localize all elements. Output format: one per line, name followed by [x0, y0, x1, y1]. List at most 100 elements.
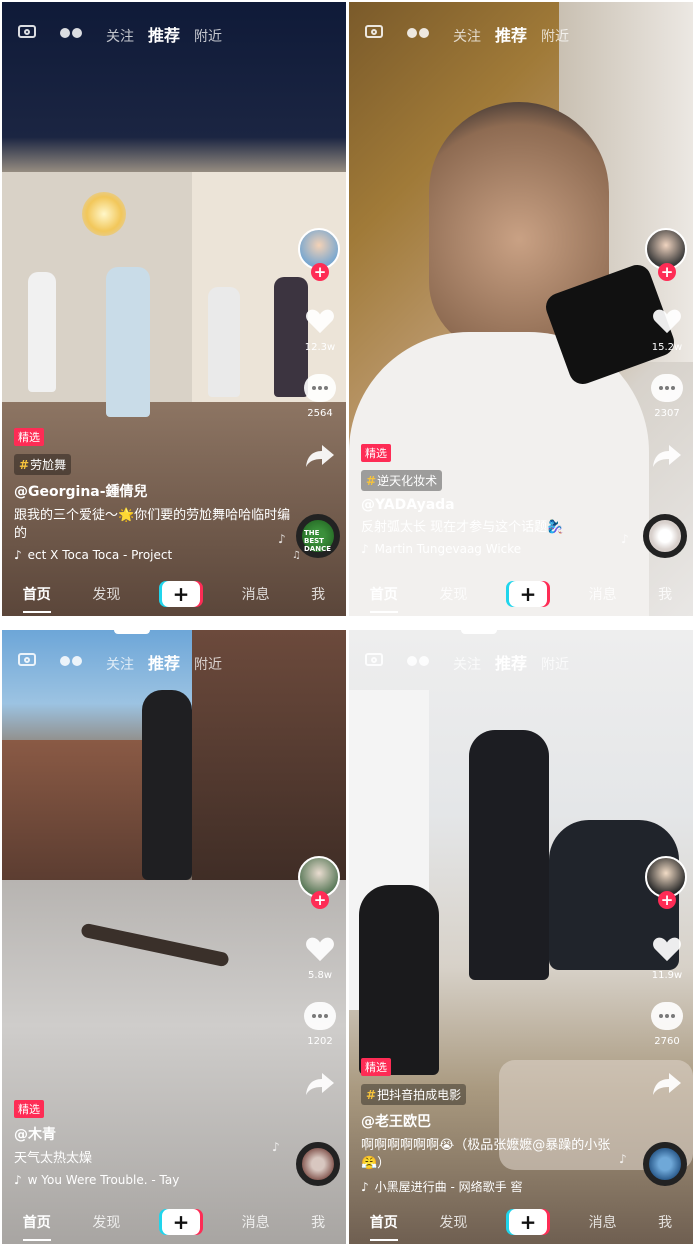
- video-caption: 精选 #劳尬舞 @Georgina-鍾倩兒 跟我的三个爱徒～🌟你们要的劳尬舞哈哈…: [14, 426, 296, 562]
- camera-icon[interactable]: [365, 25, 383, 38]
- live-dots-icon[interactable]: [407, 28, 431, 38]
- comment-count: 2564: [307, 408, 333, 419]
- live-dots-icon[interactable]: [60, 28, 84, 38]
- like-heart-icon[interactable]: [305, 936, 335, 962]
- music-disc[interactable]: [296, 1142, 340, 1186]
- nav-messages[interactable]: 消息: [242, 584, 270, 604]
- description: 天气太热太燥: [14, 1151, 93, 1166]
- wall-lamp: [82, 192, 126, 236]
- music-ticker[interactable]: ♪ w You Were Trouble. - Tay: [14, 1173, 198, 1187]
- nav-me[interactable]: 我: [311, 1212, 325, 1232]
- username[interactable]: @木青: [14, 1124, 296, 1144]
- nav-home[interactable]: 首页: [369, 1212, 398, 1241]
- music-disc[interactable]: [643, 1142, 687, 1186]
- like-heart-icon[interactable]: [305, 308, 335, 334]
- nav-me[interactable]: 我: [311, 584, 325, 604]
- live-dots-icon[interactable]: [60, 656, 84, 666]
- camera-icon[interactable]: [365, 653, 383, 666]
- nav-messages[interactable]: 消息: [589, 1212, 617, 1232]
- bottom-nav: 首页 发现 + 消息 我: [349, 572, 693, 616]
- tab-nearby[interactable]: 附近: [541, 654, 569, 674]
- tiktok-note-icon: ♪: [14, 548, 22, 562]
- nav-home[interactable]: 首页: [22, 584, 51, 613]
- music-ticker[interactable]: ♪ Martin Tungevaag Wicke: [361, 542, 545, 556]
- share-arrow-icon[interactable]: [652, 444, 682, 468]
- nav-discover[interactable]: 发现: [439, 584, 467, 604]
- tab-recommended[interactable]: 推荐: [495, 650, 527, 674]
- music-ticker[interactable]: ♪ 小黑屋进行曲 - 网络歌手 窖: [361, 1178, 545, 1195]
- music-title: ect X Toca Toca - Project: [27, 548, 173, 562]
- like-count: 11.9w: [651, 970, 683, 981]
- nav-me[interactable]: 我: [658, 1212, 672, 1232]
- description: 跟我的三个爱徒～🌟你们要的劳尬舞哈哈临时编的: [14, 508, 291, 541]
- nav-me[interactable]: 我: [658, 584, 672, 604]
- tab-nearby[interactable]: 附近: [194, 26, 222, 46]
- description: 啊啊啊啊啊啊😭（极品张嬷嬷@暴躁的小张😤）: [361, 1138, 611, 1171]
- like-heart-icon[interactable]: [652, 936, 682, 962]
- create-plus-button[interactable]: +: [508, 581, 547, 607]
- music-ticker[interactable]: ♪ ect X Toca Toca - Project: [14, 548, 198, 562]
- nav-messages[interactable]: 消息: [589, 584, 617, 604]
- comment-bubble-icon[interactable]: [304, 1002, 336, 1030]
- featured-badge: 精选: [361, 1058, 391, 1076]
- comment-count: 2760: [654, 1036, 680, 1047]
- hashtag-icon: #: [366, 474, 377, 488]
- topic-tag[interactable]: #把抖音拍成电影: [361, 1084, 467, 1105]
- create-plus-button[interactable]: +: [508, 1209, 547, 1235]
- follow-plus-icon[interactable]: +: [658, 891, 676, 909]
- follow-plus-icon[interactable]: +: [311, 263, 329, 281]
- video-feed-card-4[interactable]: 关注 推荐 附近 + 11.9w 2760 ♪ 精选 #把抖音拍成电影 @老王欧…: [349, 630, 693, 1244]
- tab-following[interactable]: 关注: [106, 654, 134, 674]
- follow-plus-icon[interactable]: +: [658, 263, 676, 281]
- video-feed-card-2[interactable]: 关注 推荐 附近 + 15.2w 2307 ♪ 精选 #逆天化妆术 @YADAy…: [349, 2, 693, 616]
- tab-following[interactable]: 关注: [106, 26, 134, 46]
- share-arrow-icon[interactable]: [305, 1072, 335, 1096]
- featured-badge: 精选: [361, 444, 391, 462]
- tab-following[interactable]: 关注: [453, 26, 481, 46]
- tab-recommended[interactable]: 推荐: [148, 650, 180, 674]
- username[interactable]: @老王欧巴: [361, 1111, 643, 1131]
- plaza-ground: [2, 880, 346, 1244]
- nav-messages[interactable]: 消息: [242, 1212, 270, 1232]
- follow-plus-icon[interactable]: +: [311, 891, 329, 909]
- create-plus-button[interactable]: +: [161, 1209, 200, 1235]
- standing-man: [469, 730, 549, 980]
- username[interactable]: @Georgina-鍾倩兒: [14, 481, 296, 501]
- username[interactable]: @YADAyada: [361, 497, 643, 513]
- featured-badge: 精选: [14, 428, 44, 446]
- like-heart-icon[interactable]: [652, 308, 682, 334]
- topic-tag[interactable]: #逆天化妆术: [361, 470, 443, 491]
- music-disc[interactable]: [643, 514, 687, 558]
- comment-bubble-icon[interactable]: [304, 374, 336, 402]
- featured-badge: 精选: [14, 1100, 44, 1118]
- tab-nearby[interactable]: 附近: [541, 26, 569, 46]
- video-feed-card-3[interactable]: 关注 推荐 附近 + 5.8w 1202 ♪ 精选 @木青 天气太热太燥 ♪ w …: [2, 630, 346, 1244]
- tab-recommended[interactable]: 推荐: [148, 22, 180, 46]
- nav-discover[interactable]: 发现: [92, 584, 120, 604]
- nav-home[interactable]: 首页: [369, 584, 398, 613]
- hashtag-icon: #: [366, 1088, 377, 1102]
- tab-recommended[interactable]: 推荐: [495, 22, 527, 46]
- create-plus-button[interactable]: +: [161, 581, 200, 607]
- nav-discover[interactable]: 发现: [92, 1212, 120, 1232]
- music-title: w You Were Trouble. - Tay: [27, 1173, 180, 1187]
- nav-discover[interactable]: 发现: [439, 1212, 467, 1232]
- video-feed-card-1[interactable]: 关注 推荐 附近 + 12.3w 2564 ♪ ♫ THE BEST DANCE…: [2, 2, 346, 616]
- share-arrow-icon[interactable]: [305, 444, 335, 468]
- comment-bubble-icon[interactable]: [651, 1002, 683, 1030]
- tab-following[interactable]: 关注: [453, 654, 481, 674]
- top-bar: 关注 推荐 附近: [2, 650, 346, 674]
- description: 反射弧太长 现在才参与这个话题🧞‍♀️: [361, 520, 564, 535]
- video-caption: 精选 @木青 天气太热太燥 ♪ w You Were Trouble. - Tay: [14, 1098, 296, 1187]
- tab-nearby[interactable]: 附近: [194, 654, 222, 674]
- nav-home[interactable]: 首页: [22, 1212, 51, 1241]
- camera-icon[interactable]: [18, 653, 36, 666]
- top-bar: 关注 推荐 附近: [2, 22, 346, 46]
- share-arrow-icon[interactable]: [652, 1072, 682, 1096]
- music-disc[interactable]: THE BEST DANCE: [296, 514, 340, 558]
- topic-tag[interactable]: #劳尬舞: [14, 454, 72, 475]
- comment-bubble-icon[interactable]: [651, 374, 683, 402]
- disc-label: THE BEST DANCE: [304, 529, 332, 553]
- live-dots-icon[interactable]: [407, 656, 431, 666]
- camera-icon[interactable]: [18, 25, 36, 38]
